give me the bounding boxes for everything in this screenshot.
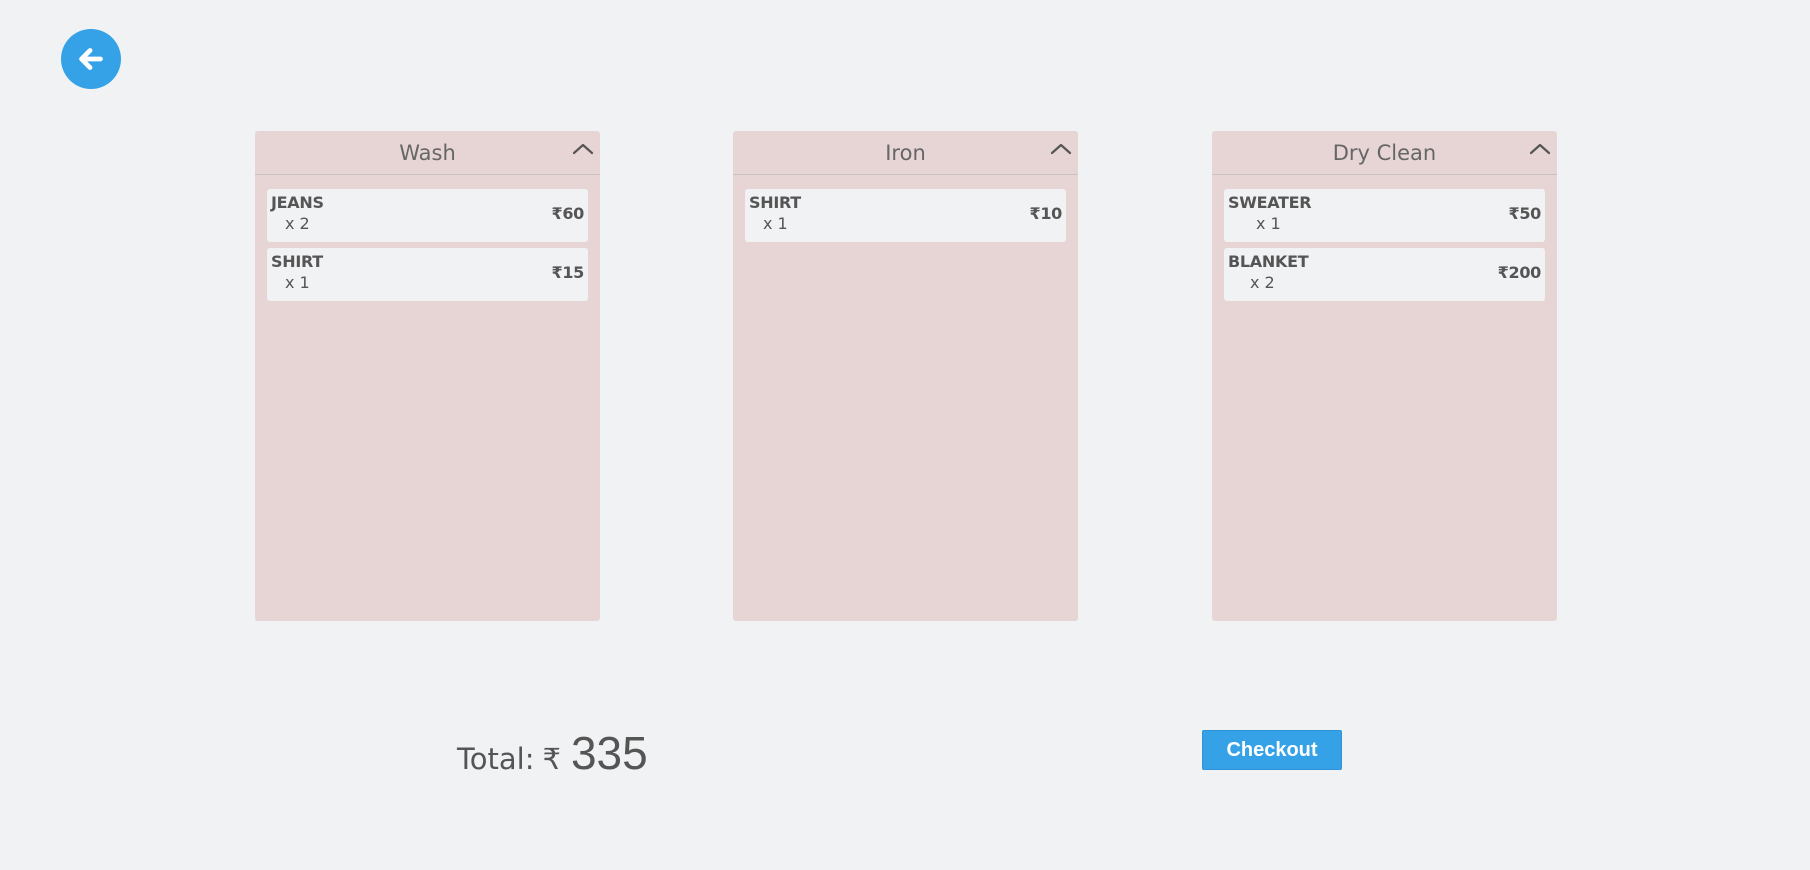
item-name: SWEATER xyxy=(1228,193,1312,212)
list-item[interactable]: BLANKET x 2 ₹200 xyxy=(1224,248,1545,301)
panel-body: SHIRT x 1 ₹10 xyxy=(733,175,1078,242)
item-name: JEANS xyxy=(271,193,324,212)
item-quantity: x 2 xyxy=(285,214,310,233)
item-quantity: x 1 xyxy=(1256,214,1281,233)
chevron-up-icon[interactable] xyxy=(1528,139,1552,157)
list-item[interactable]: SHIRT x 1 ₹15 xyxy=(267,248,588,301)
chevron-up-icon[interactable] xyxy=(1049,139,1073,157)
panel-header: Dry Clean xyxy=(1212,131,1557,175)
back-button[interactable] xyxy=(61,29,121,89)
total-value: 335 xyxy=(570,727,648,779)
chevron-up-icon[interactable] xyxy=(571,139,595,157)
panel-dry-clean: Dry Clean SWEATER x 1 ₹50 BLANKET x 2 ₹2… xyxy=(1212,131,1557,621)
item-name: BLANKET xyxy=(1228,252,1309,271)
item-price: ₹15 xyxy=(551,263,585,282)
list-item[interactable]: SHIRT x 1 ₹10 xyxy=(745,189,1066,242)
arrow-left-icon xyxy=(79,48,103,70)
panel-header: Iron xyxy=(733,131,1078,175)
item-name: SHIRT xyxy=(271,252,323,271)
order-total: Total: ₹ 335 xyxy=(457,726,648,780)
item-quantity: x 1 xyxy=(763,214,788,233)
item-price: ₹200 xyxy=(1497,263,1542,282)
item-name: SHIRT xyxy=(749,193,801,212)
item-price: ₹60 xyxy=(551,204,585,223)
list-item[interactable]: SWEATER x 1 ₹50 xyxy=(1224,189,1545,242)
checkout-button[interactable]: Checkout xyxy=(1202,730,1342,770)
panel-body: SWEATER x 1 ₹50 BLANKET x 2 ₹200 xyxy=(1212,175,1557,301)
panel-body: JEANS x 2 ₹60 SHIRT x 1 ₹15 xyxy=(255,175,600,301)
panel-iron: Iron SHIRT x 1 ₹10 xyxy=(733,131,1078,621)
panel-header: Wash xyxy=(255,131,600,175)
item-price: ₹10 xyxy=(1029,204,1063,223)
panel-title: Dry Clean xyxy=(1332,140,1437,165)
panel-wash: Wash JEANS x 2 ₹60 SHIRT x 1 ₹15 xyxy=(255,131,600,621)
page: Wash JEANS x 2 ₹60 SHIRT x 1 ₹15 Iron SH… xyxy=(0,0,1810,870)
total-currency: ₹ xyxy=(542,742,561,776)
total-label: Total: xyxy=(457,742,535,776)
item-quantity: x 1 xyxy=(285,273,310,292)
panel-title: Iron xyxy=(885,140,926,165)
list-item[interactable]: JEANS x 2 ₹60 xyxy=(267,189,588,242)
item-price: ₹50 xyxy=(1508,204,1542,223)
item-quantity: x 2 xyxy=(1250,273,1275,292)
panel-title: Wash xyxy=(399,140,456,165)
